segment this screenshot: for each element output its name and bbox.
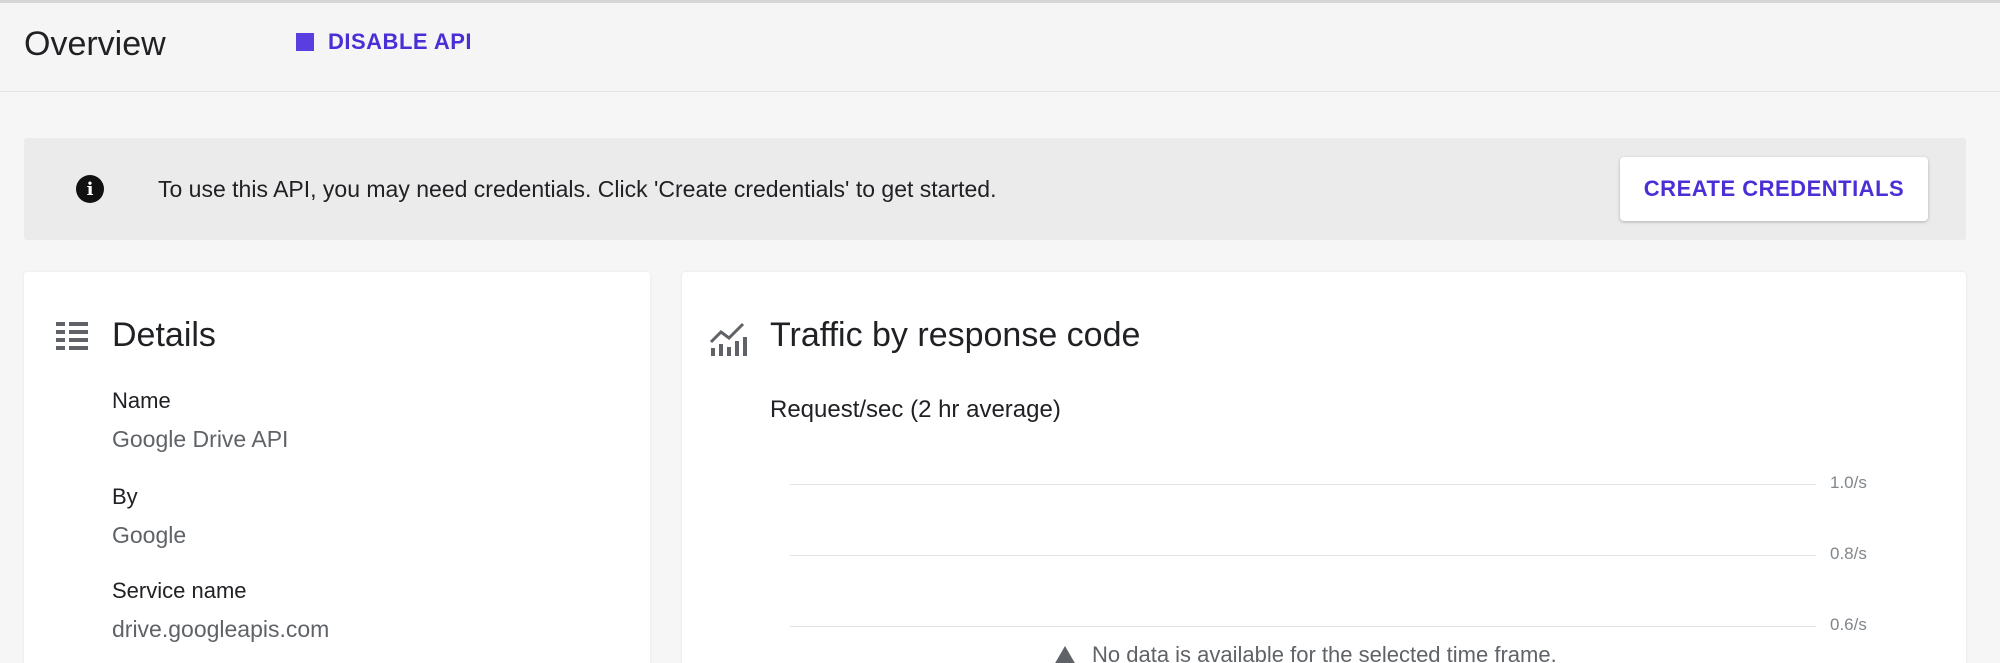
field-label-by: By	[112, 484, 138, 509]
field-label-name: Name	[112, 388, 171, 413]
create-credentials-button[interactable]: CREATE CREDENTIALS	[1620, 157, 1928, 221]
no-data-text: No data is available for the selected ti…	[1092, 642, 1557, 663]
api-overview-page: Overview DISABLE API i To use this API, …	[0, 0, 2000, 663]
credentials-banner: i To use this API, you may need credenti…	[24, 138, 1966, 240]
page-title: Overview	[24, 25, 166, 63]
field-value-by: Google	[112, 522, 187, 548]
traffic-chart-icon	[709, 322, 747, 356]
stop-icon	[296, 33, 314, 51]
warning-icon	[1054, 645, 1076, 663]
header-bar: Overview DISABLE API	[0, 3, 2000, 92]
gridline	[790, 626, 1816, 627]
disable-api-label: DISABLE API	[328, 29, 473, 54]
field-value-name: Google Drive API	[112, 426, 289, 452]
y-tick-label: 1.0/s	[1830, 473, 1867, 492]
details-title: Details	[112, 316, 216, 354]
info-icon: i	[76, 175, 104, 203]
y-tick-label: 0.6/s	[1830, 615, 1867, 634]
gridline	[790, 555, 1816, 556]
traffic-title: Traffic by response code	[770, 316, 1141, 354]
banner-message: To use this API, you may need credential…	[158, 176, 997, 202]
field-label-service-name: Service name	[112, 578, 247, 603]
disable-api-button[interactable]: DISABLE API	[296, 29, 472, 55]
no-data-message: No data is available for the selected ti…	[1054, 642, 1557, 663]
details-list-icon	[56, 322, 88, 350]
gridline	[790, 484, 1816, 485]
details-card: Details Name Google Drive API By Google …	[24, 272, 650, 663]
chart-subtitle: Request/sec (2 hr average)	[770, 396, 1061, 423]
traffic-card: Traffic by response code Request/sec (2 …	[682, 272, 1966, 663]
y-tick-label: 0.8/s	[1830, 544, 1867, 563]
field-value-service-name: drive.googleapis.com	[112, 616, 330, 642]
